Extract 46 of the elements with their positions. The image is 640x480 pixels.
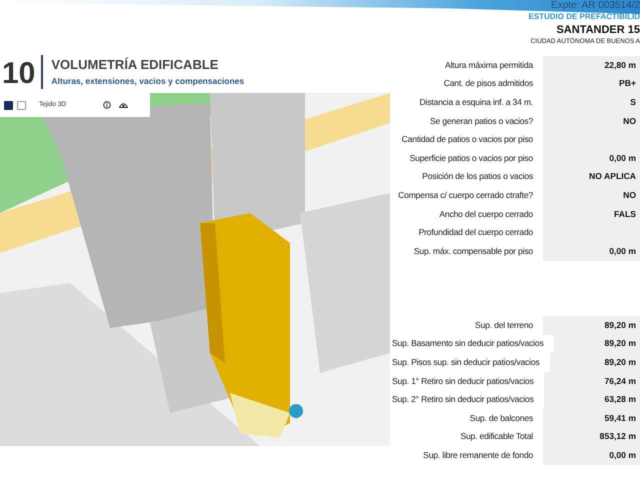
row-label: Ancho del cuerpo cerrado <box>438 208 534 220</box>
row-label: Se generan patios o vacios? <box>428 114 534 128</box>
row-label: Profundidad del cuerpo cerrado <box>418 226 534 240</box>
row-label: Sup. de balcones <box>468 412 534 425</box>
value-cell: FALS <box>543 204 640 224</box>
value-cell: 853,12 m <box>543 428 640 446</box>
row-label: Compensa c/ cuerpo cerrado ctrafte? <box>397 189 534 202</box>
row-label: Sup. edificable Total <box>459 430 534 444</box>
file-number: Expte: AR 003514/2 <box>550 0 640 11</box>
row-label: Posición de los patios o vacios <box>421 170 534 184</box>
row-label: Sup. libre remanente de fondo <box>422 449 534 462</box>
value-cell: 0,00 m <box>543 242 640 261</box>
row-label: Sup. máx. compensable por piso <box>412 244 534 258</box>
section-subtitle: Alturas, extensiones, vacios y compensaciones <box>51 74 244 88</box>
row-label: Distancia a esquina inf. a 34 m. <box>418 96 534 109</box>
value-cell: NO <box>543 186 640 205</box>
value-cell: PB+ <box>543 74 640 94</box>
section-title: VOLUMETRÍA EDIFICABLE <box>51 56 220 74</box>
value-cell: 0,00 m <box>543 446 640 465</box>
row-label: Altura máxima permitida <box>444 58 534 72</box>
section-number: 10 <box>0 55 44 89</box>
row-label: Superficie patios o vacios por piso <box>408 152 534 165</box>
row-label: Cant. de pisos admitidos <box>442 77 534 90</box>
row-label: Sup. 2° Retiro sin deducir patios/vacios <box>392 393 535 406</box>
value-cell: 89,20 m <box>554 334 640 354</box>
row-label: Cantidad de patios o vacios por piso <box>400 133 534 146</box>
layer-checkbox[interactable] <box>4 100 13 110</box>
value-cell: 76,24 m <box>544 372 640 390</box>
value-cell: S <box>543 93 640 112</box>
row-label: Sup. del terreno <box>474 318 534 332</box>
info-icon[interactable] <box>103 101 112 109</box>
address: SANTANDER 15 <box>555 24 640 36</box>
value-cell: 59,41 m <box>543 408 640 428</box>
value-cell: NO APLICA <box>543 168 640 186</box>
value-cell: 0,00 m <box>543 148 640 168</box>
value-cell: NO <box>543 112 640 130</box>
value-cell: 63,28 m <box>544 390 640 409</box>
value-cell: 22,80 m <box>543 56 640 75</box>
row-label: Sup. Basamento sin deducir patios/vacios <box>392 337 545 350</box>
row-label: Sup. 1° Retiro sin deducir patios/vacios <box>392 374 535 388</box>
eye-icon[interactable] <box>119 102 128 108</box>
value-cell: 89,20 m <box>543 316 640 335</box>
layer-checkbox[interactable] <box>17 100 26 110</box>
study-title: ESTUDIO DE PREFACTIBILID <box>527 13 640 22</box>
value-cell: 89,20 m <box>550 353 640 372</box>
row-label: Sup. Pisos sup. sin deducir patios/vacios <box>392 356 541 369</box>
